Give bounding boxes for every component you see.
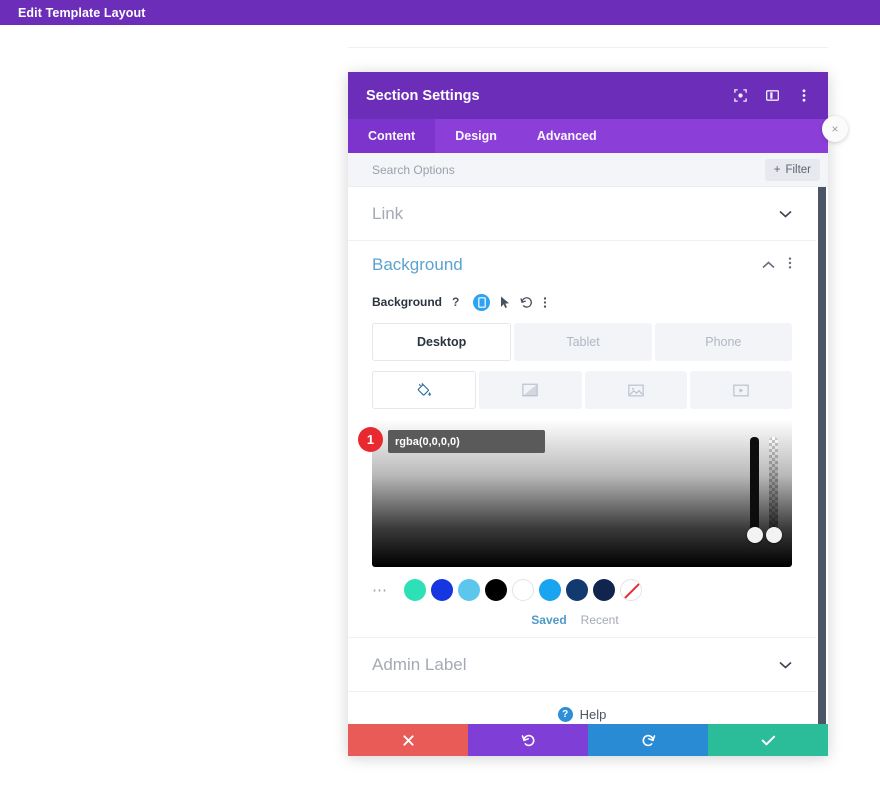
section-background-actions (762, 256, 792, 275)
color-value-input[interactable] (388, 430, 545, 453)
reset-icon[interactable] (520, 296, 533, 309)
section-background-header[interactable]: Background (348, 241, 816, 289)
palette-tab-saved[interactable]: Saved (531, 613, 566, 627)
undo-button[interactable] (468, 724, 588, 756)
background-type-image[interactable] (584, 371, 687, 409)
swatch-black[interactable] (484, 579, 507, 601)
step-badge: 1 (358, 427, 383, 452)
swatch-turquoise[interactable] (403, 579, 426, 601)
search-input[interactable] (372, 162, 765, 177)
layout-panel-icon[interactable] (764, 88, 780, 104)
device-tab-phone[interactable]: Phone (654, 323, 792, 361)
background-type-color[interactable] (372, 371, 477, 409)
swatch-white[interactable] (511, 579, 534, 601)
scrollbar-thumb[interactable] (818, 187, 826, 724)
admin-top-bar: Edit Template Layout (0, 0, 880, 25)
section-link[interactable]: Link (348, 187, 816, 241)
section-more-vertical-icon[interactable] (788, 256, 792, 275)
section-background-title: Background (372, 255, 463, 274)
tab-design[interactable]: Design (435, 119, 517, 153)
background-field-label: Background (372, 295, 443, 309)
field-more-vertical-icon[interactable] (543, 296, 547, 309)
focus-icon[interactable] (732, 88, 748, 104)
hue-slider[interactable] (746, 437, 763, 543)
search-options-row: + Filter (348, 153, 828, 187)
image-icon (627, 384, 644, 397)
palette-tab-recent[interactable]: Recent (581, 613, 619, 627)
page-divider (348, 47, 828, 48)
video-icon (733, 384, 749, 397)
tab-advanced[interactable]: Advanced (517, 119, 617, 153)
filter-label: Filter (785, 163, 811, 176)
background-type-tabs (372, 371, 792, 409)
alpha-slider-handle[interactable] (765, 527, 782, 543)
swatch-blue[interactable] (430, 579, 453, 601)
more-vertical-icon[interactable] (796, 88, 812, 104)
page-title: Section Settings (366, 87, 480, 104)
section-background: Background Background ? Desktop Tablet P… (348, 241, 816, 638)
swatch-transparent[interactable] (619, 579, 642, 601)
background-type-video[interactable] (689, 371, 792, 409)
admin-bar-title: Edit Template Layout (18, 5, 146, 20)
color-picker-wrapper: 1 ✔ (358, 419, 792, 567)
color-swatch-row: ⋯ (372, 579, 792, 601)
settings-scroll-area: Link Background Background ? Desktop Tab… (348, 187, 816, 724)
section-settings-modal: Section Settings Content Design Advanced… (348, 72, 828, 756)
section-link-label: Link (372, 203, 404, 223)
help-question-icon[interactable]: ? (452, 295, 463, 309)
section-admin-label[interactable]: Admin Label (348, 638, 816, 692)
device-icon[interactable] (473, 293, 491, 311)
help-link[interactable]: Help (580, 707, 607, 722)
modal-tabs: Content Design Advanced (348, 119, 828, 153)
chevron-up-icon[interactable] (762, 256, 775, 274)
close-icon[interactable]: × (822, 116, 848, 142)
filter-button[interactable]: + Filter (764, 158, 820, 181)
alpha-slider[interactable] (765, 437, 782, 543)
redo-button[interactable] (588, 724, 708, 756)
plus-icon: + (773, 163, 781, 176)
more-colors-icon[interactable]: ⋯ (372, 581, 389, 599)
help-row: ? Help (348, 692, 816, 724)
background-type-gradient[interactable] (479, 371, 582, 409)
tab-content[interactable]: Content (348, 119, 436, 153)
cursor-icon[interactable] (500, 296, 510, 309)
section-admin-label-text: Admin Label (372, 654, 467, 674)
settings-scrollbar[interactable] (818, 187, 826, 724)
device-tab-desktop[interactable]: Desktop (372, 323, 512, 361)
color-value-box: ✔ (388, 430, 545, 453)
modal-header-actions (732, 88, 812, 104)
paint-bucket-icon (416, 382, 432, 398)
gradient-icon (522, 383, 539, 397)
save-button[interactable] (708, 724, 828, 756)
color-picker-saturation-area[interactable]: ✔ (372, 419, 792, 567)
swatch-dark-navy[interactable] (592, 579, 615, 601)
chevron-down-icon (779, 206, 792, 221)
swatch-sky[interactable] (457, 579, 480, 601)
cancel-button[interactable] (348, 724, 468, 756)
swatch-navy[interactable] (565, 579, 588, 601)
modal-header: Section Settings (348, 72, 828, 119)
background-field-row: Background ? (348, 289, 816, 315)
hue-slider-handle[interactable] (746, 527, 763, 543)
modal-footer (348, 724, 828, 756)
chevron-down-icon (779, 657, 792, 672)
device-tab-tablet[interactable]: Tablet (514, 323, 652, 361)
help-circle-icon: ? (557, 706, 573, 722)
device-breakpoint-tabs: Desktop Tablet Phone (372, 323, 792, 361)
palette-tabs: Saved Recent (348, 613, 802, 627)
svg-text:?: ? (452, 295, 459, 309)
settings-body: Link Background Background ? Desktop Tab… (348, 187, 828, 724)
swatch-cyan-blue[interactable] (538, 579, 561, 601)
